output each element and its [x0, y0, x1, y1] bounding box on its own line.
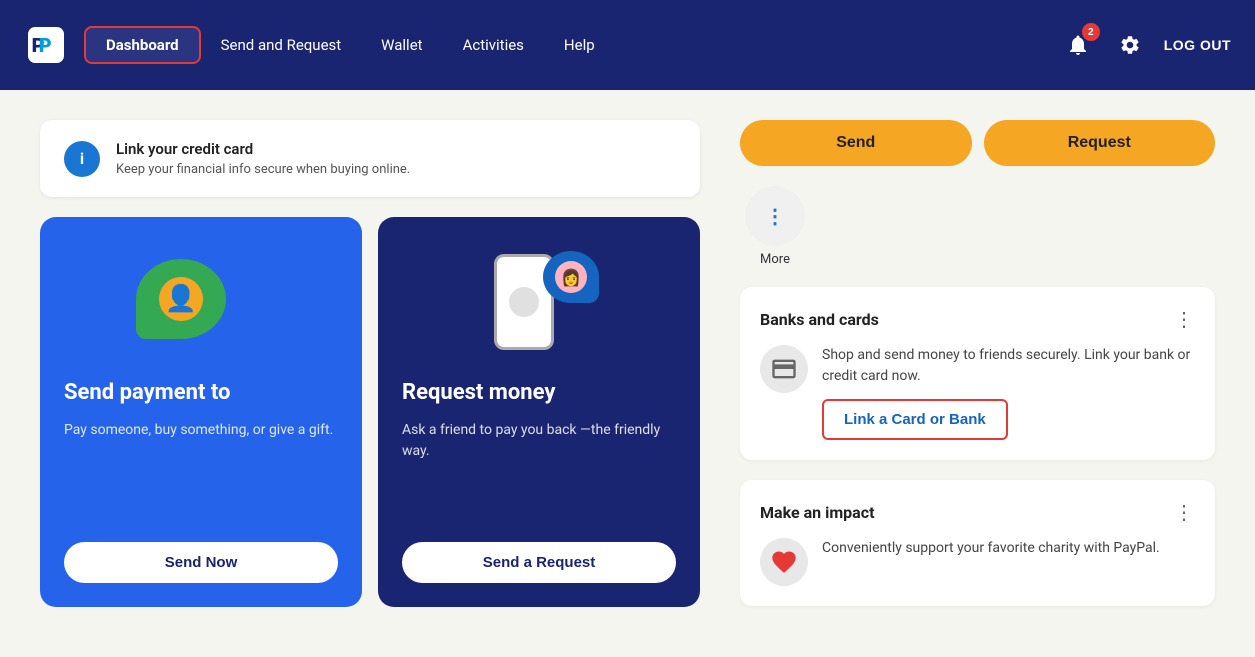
navbar: P P Dashboard Send and Request Wallet Ac…	[0, 0, 1255, 90]
link-card-bank-button[interactable]: Link a Card or Bank	[822, 399, 1008, 440]
more-label: More	[760, 252, 790, 267]
logout-button[interactable]: LOG OUT	[1164, 37, 1231, 53]
send-request-button[interactable]: Send a Request	[402, 542, 676, 583]
banks-cards-section: Banks and cards ⋮ Shop and send money to…	[740, 287, 1215, 460]
nav-help[interactable]: Help	[544, 28, 615, 62]
nav-send-request[interactable]: Send and Request	[201, 28, 362, 62]
notification-bell-button[interactable]: 2	[1060, 27, 1096, 63]
impact-header: Make an impact ⋮	[760, 500, 1195, 524]
bank-icon	[760, 345, 808, 393]
nav-items: Dashboard Send and Request Wallet Activi…	[84, 26, 1060, 64]
nav-dashboard[interactable]: Dashboard	[84, 26, 201, 64]
info-text: Link your credit card Keep your financia…	[116, 140, 410, 177]
notification-badge: 2	[1082, 23, 1100, 41]
impact-title: Make an impact	[760, 503, 875, 522]
info-title: Link your credit card	[116, 140, 410, 158]
left-panel: i Link your credit card Keep your financ…	[40, 120, 700, 627]
action-buttons: Send Request	[740, 120, 1215, 166]
right-panel: Send Request ⋮ More Banks and cards ⋮ Sh…	[740, 120, 1215, 627]
main-content: i Link your credit card Keep your financ…	[0, 90, 1255, 657]
impact-body: Conveniently support your favorite chari…	[760, 538, 1195, 586]
send-now-button[interactable]: Send Now	[64, 542, 338, 583]
request-button[interactable]: Request	[984, 120, 1216, 166]
send-card-title: Send payment to	[64, 379, 230, 408]
impact-section: Make an impact ⋮ Conveniently support yo…	[740, 480, 1215, 606]
request-card-description: Ask a friend to pay you back —the friend…	[402, 420, 676, 462]
request-card-title: Request money	[402, 379, 555, 408]
nav-activities[interactable]: Activities	[443, 28, 544, 62]
info-icon: i	[64, 141, 100, 177]
banks-cards-menu[interactable]: ⋮	[1174, 307, 1195, 331]
banks-cards-header: Banks and cards ⋮	[760, 307, 1195, 331]
banks-cards-title: Banks and cards	[760, 310, 879, 329]
paypal-logo: P P	[24, 23, 68, 67]
request-illustration: 👩	[402, 249, 676, 359]
cards-row: 👤 Send payment to Pay someone, buy somet…	[40, 217, 700, 607]
banks-cards-description: Shop and send money to friends securely.…	[822, 345, 1195, 387]
charity-icon	[760, 538, 808, 586]
banks-cards-content: Shop and send money to friends securely.…	[822, 345, 1195, 440]
settings-button[interactable]	[1112, 27, 1148, 63]
more-section: ⋮ More	[740, 186, 810, 267]
svg-text:P: P	[39, 34, 52, 57]
more-button[interactable]: ⋮	[745, 186, 805, 246]
nav-wallet[interactable]: Wallet	[361, 28, 442, 62]
send-card-description: Pay someone, buy something, or give a gi…	[64, 420, 333, 441]
impact-description: Conveniently support your favorite chari…	[822, 538, 1160, 559]
nav-right: 2 LOG OUT	[1060, 27, 1231, 63]
send-illustration: 👤	[64, 249, 338, 359]
info-description: Keep your financial info secure when buy…	[116, 162, 410, 177]
info-banner: i Link your credit card Keep your financ…	[40, 120, 700, 197]
request-money-card[interactable]: 👩 Request money Ask a friend to pay you …	[378, 217, 700, 607]
impact-menu[interactable]: ⋮	[1174, 500, 1195, 524]
send-button[interactable]: Send	[740, 120, 972, 166]
banks-cards-body: Shop and send money to friends securely.…	[760, 345, 1195, 440]
send-payment-card[interactable]: 👤 Send payment to Pay someone, buy somet…	[40, 217, 362, 607]
